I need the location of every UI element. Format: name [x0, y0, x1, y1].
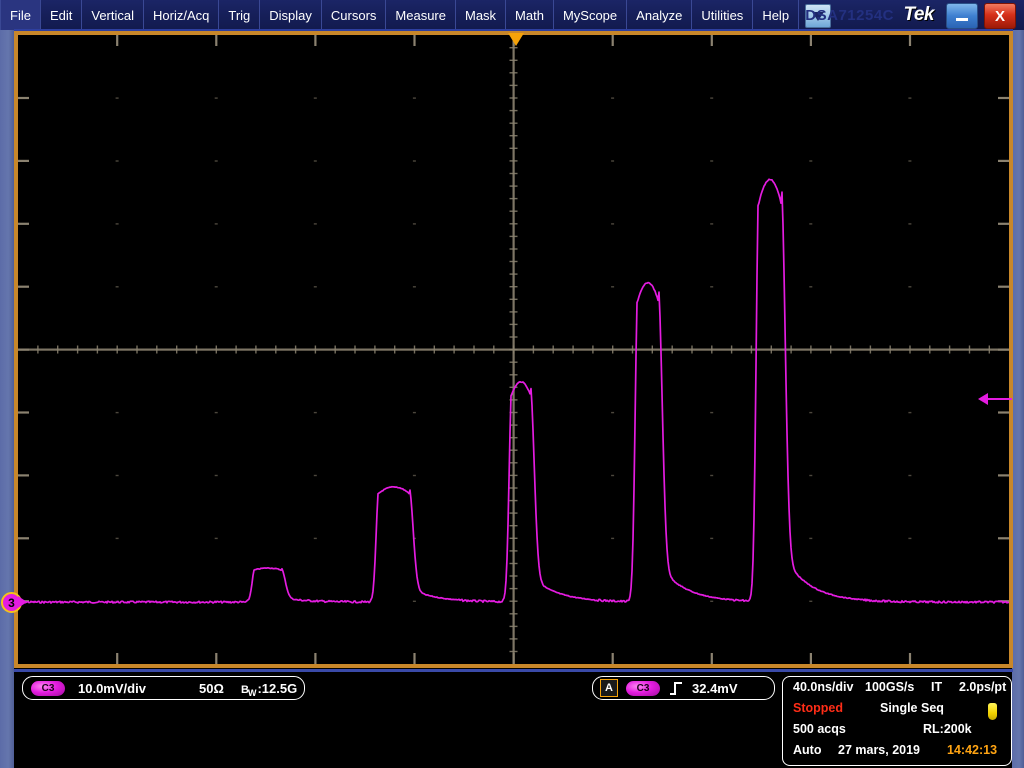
menu-help[interactable]: Help — [753, 0, 799, 30]
channel-impedance-value: 50Ω — [199, 681, 224, 696]
graticule-grid — [18, 35, 1009, 664]
menu-utilities[interactable]: Utilities — [692, 0, 753, 30]
menu-vertical-label: Vertical — [91, 9, 134, 22]
status-row-timebase: 40.0ns/div 100GS/s IT 2.0ps/pt — [783, 680, 1011, 700]
menu-display[interactable]: Display — [260, 0, 322, 30]
channel-readout-badge[interactable]: C3 10.0mV/div 50Ω BW:12.5G — [22, 676, 305, 700]
trigger-level-arrow-icon — [978, 393, 988, 405]
model-watermark: DSA71254C — [805, 7, 894, 24]
bandwidth-w-label: W — [248, 688, 257, 698]
trigger-level-value: 32.4mV — [692, 681, 738, 696]
menu-cursors-label: Cursors — [331, 9, 377, 22]
menu-file[interactable]: File — [0, 0, 41, 30]
bandwidth-number: :12.5G — [257, 681, 297, 696]
status-row-datetime: Auto 27 mars, 2019 14:42:13 — [783, 743, 1011, 763]
timebase-value: 40.0ns/div — [793, 680, 853, 694]
acquisition-mode-label: Single Seq — [880, 701, 944, 715]
left-sidebar-strip — [0, 30, 14, 768]
trigger-channel-chip: C3 — [626, 681, 660, 696]
menu-display-label: Display — [269, 9, 312, 22]
menu-edit-label: Edit — [50, 9, 72, 22]
status-row-acq-count: 500 acqs RL:200k — [783, 722, 1011, 742]
channel-scale-value: 10.0mV/div — [78, 681, 146, 696]
acquisition-count: 500 acqs — [793, 722, 846, 736]
trigger-readout-badge[interactable]: A C3 32.4mV — [592, 676, 775, 700]
trigger-position-marker[interactable] — [508, 33, 524, 46]
channel3-chip: C3 — [31, 681, 65, 696]
trigger-source-letter: A — [600, 679, 618, 697]
menu-mask[interactable]: Mask — [456, 0, 506, 30]
graticule-bottom-accent — [14, 669, 1013, 672]
rising-edge-icon — [669, 680, 685, 696]
trigger-mode-label: Auto — [793, 743, 821, 757]
menu-cursors[interactable]: Cursors — [322, 0, 387, 30]
tek-logo: Tek — [903, 4, 934, 26]
trigger-level-marker[interactable] — [978, 392, 1012, 406]
close-icon: X — [995, 8, 1005, 25]
menu-help-label: Help — [762, 9, 789, 22]
minimize-icon — [956, 18, 968, 21]
menu-trig[interactable]: Trig — [219, 0, 260, 30]
menu-edit[interactable]: Edit — [41, 0, 82, 30]
resolution-value: 2.0ps/pt — [959, 680, 1006, 694]
waveform-display-area[interactable] — [18, 35, 1009, 664]
channel3-ground-arrow-icon — [18, 596, 27, 608]
acquisition-status-panel[interactable]: 40.0ns/div 100GS/s IT 2.0ps/pt Stopped S… — [782, 676, 1012, 766]
waveform-svg — [18, 35, 1009, 664]
menu-trig-label: Trig — [228, 9, 250, 22]
time-label: 14:42:13 — [947, 743, 997, 757]
sample-rate-value: 100GS/s — [865, 680, 914, 694]
menu-analyze[interactable]: Analyze — [627, 0, 692, 30]
oscilloscope-screen: File Edit Vertical Horiz/Acq Trig Display Curs… — [0, 0, 1024, 768]
minimize-button[interactable] — [946, 3, 978, 29]
menu-math[interactable]: Math — [506, 0, 554, 30]
close-button[interactable]: X — [984, 3, 1016, 29]
trigger-level-bar — [986, 398, 1012, 400]
acq-mode-abbrev: IT — [931, 680, 942, 694]
menu-horiz-acq[interactable]: Horiz/Acq — [144, 0, 219, 30]
acquisition-indicator-icon — [988, 703, 997, 720]
menu-measure-label: Measure — [395, 9, 446, 22]
menu-measure[interactable]: Measure — [386, 0, 456, 30]
menu-item-list: File Edit Vertical Horiz/Acq Trig Display Curs… — [0, 0, 799, 30]
right-sidebar-strip — [1012, 30, 1024, 768]
menu-vertical[interactable]: Vertical — [82, 0, 144, 30]
run-state-label: Stopped — [793, 701, 843, 715]
menu-analyze-label: Analyze — [636, 9, 682, 22]
record-length: RL:200k — [923, 722, 972, 736]
status-row-run-state: Stopped Single Seq — [783, 701, 1011, 721]
menu-myscope[interactable]: MyScope — [554, 0, 627, 30]
menu-utilities-label: Utilities — [701, 9, 743, 22]
menu-myscope-label: MyScope — [563, 9, 617, 22]
menu-math-label: Math — [515, 9, 544, 22]
channel-bandwidth-value: BW:12.5G — [241, 681, 297, 696]
menu-file-label: File — [10, 9, 31, 22]
menu-mask-label: Mask — [465, 9, 496, 22]
date-label: 27 mars, 2019 — [838, 743, 920, 757]
menu-horiz-acq-label: Horiz/Acq — [153, 9, 209, 22]
menu-bar: File Edit Vertical Horiz/Acq Trig Display Curs… — [0, 0, 1024, 30]
